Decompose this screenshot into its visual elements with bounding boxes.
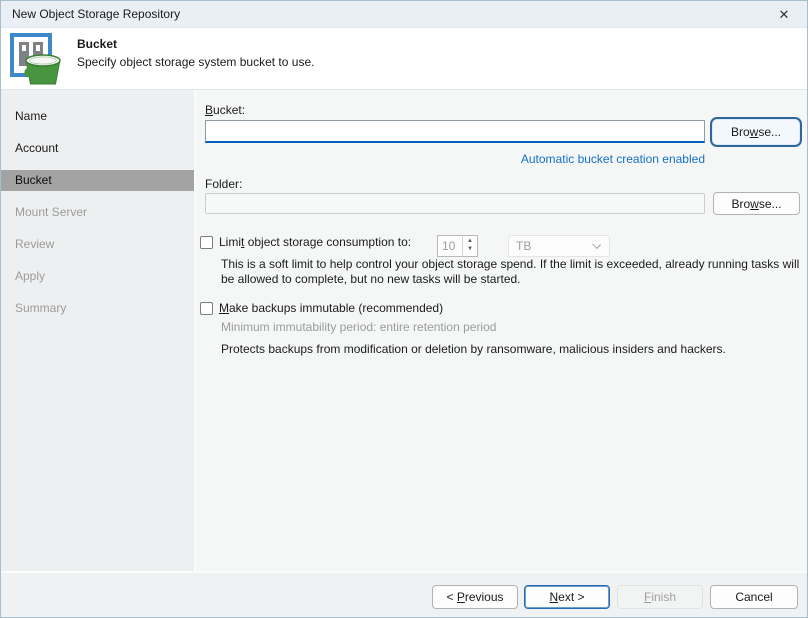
close-icon[interactable]: ✕ <box>761 1 807 28</box>
wizard-header: Bucket Specify object storage system buc… <box>1 28 807 90</box>
next-button[interactable]: Next > <box>524 585 610 609</box>
step-account[interactable]: Account <box>1 138 194 159</box>
immutability-description: Protects backups from modification or de… <box>221 342 726 356</box>
title-bar: New Object Storage Repository ✕ <box>1 1 807 28</box>
page-subtitle: Specify object storage system bucket to … <box>77 55 314 69</box>
immutable-checkbox-row[interactable]: Make backups immutable (recommended) <box>200 301 443 315</box>
limit-unit-value: TB <box>516 239 531 253</box>
step-mount-server: Mount Server <box>1 202 194 223</box>
object-storage-bucket-icon <box>9 33 65 87</box>
immutable-label: Make backups immutable (recommended) <box>219 301 443 315</box>
spinner-down-icon[interactable]: ▼ <box>467 246 473 254</box>
bucket-page-content: Bucket: Browse... Automatic bucket creat… <box>196 90 807 571</box>
limit-help-text: This is a soft limit to help control you… <box>221 257 803 287</box>
finish-button: Finish <box>617 585 703 609</box>
automatic-bucket-creation-note: Automatic bucket creation enabled <box>521 152 705 166</box>
step-review: Review <box>1 234 194 255</box>
limit-amount-spinner[interactable]: 10 ▲ ▼ <box>437 235 478 257</box>
chevron-down-icon <box>592 240 601 249</box>
folder-browse-button[interactable]: Browse... <box>713 192 800 215</box>
step-summary: Summary <box>1 298 194 319</box>
header-text: Bucket Specify object storage system buc… <box>77 33 314 89</box>
step-apply: Apply <box>1 266 194 287</box>
window-title: New Object Storage Repository <box>12 7 180 21</box>
wizard-steps-sidebar: Name Account Bucket Mount Server Review … <box>1 90 196 571</box>
bucket-input[interactable] <box>205 120 705 143</box>
bucket-browse-button[interactable]: Browse... <box>712 119 800 145</box>
spinner-up-icon[interactable]: ▲ <box>467 238 473 246</box>
limit-consumption-label: Limit object storage consumption to: <box>219 235 411 249</box>
folder-label: Folder: <box>205 177 242 191</box>
limit-unit-dropdown[interactable]: TB <box>508 235 610 257</box>
wizard-footer: < Previous Next > Finish Cancel <box>1 571 807 617</box>
page-title: Bucket <box>77 37 314 51</box>
bucket-label: Bucket: <box>205 103 245 117</box>
step-name[interactable]: Name <box>1 106 194 127</box>
immutability-period-note: Minimum immutability period: entire rete… <box>221 320 496 334</box>
folder-input[interactable] <box>205 193 705 214</box>
wizard-dialog: New Object Storage Repository ✕ Bucket S… <box>0 0 808 618</box>
limit-amount-value: 10 <box>438 236 462 256</box>
limit-consumption-checkbox[interactable] <box>200 236 213 249</box>
cancel-button[interactable]: Cancel <box>710 585 798 609</box>
limit-consumption-checkbox-row[interactable]: Limit object storage consumption to: <box>200 235 411 249</box>
immutable-checkbox[interactable] <box>200 302 213 315</box>
spinner-arrows[interactable]: ▲ ▼ <box>462 236 477 256</box>
step-bucket[interactable]: Bucket <box>1 170 194 191</box>
previous-button[interactable]: < Previous <box>432 585 518 609</box>
